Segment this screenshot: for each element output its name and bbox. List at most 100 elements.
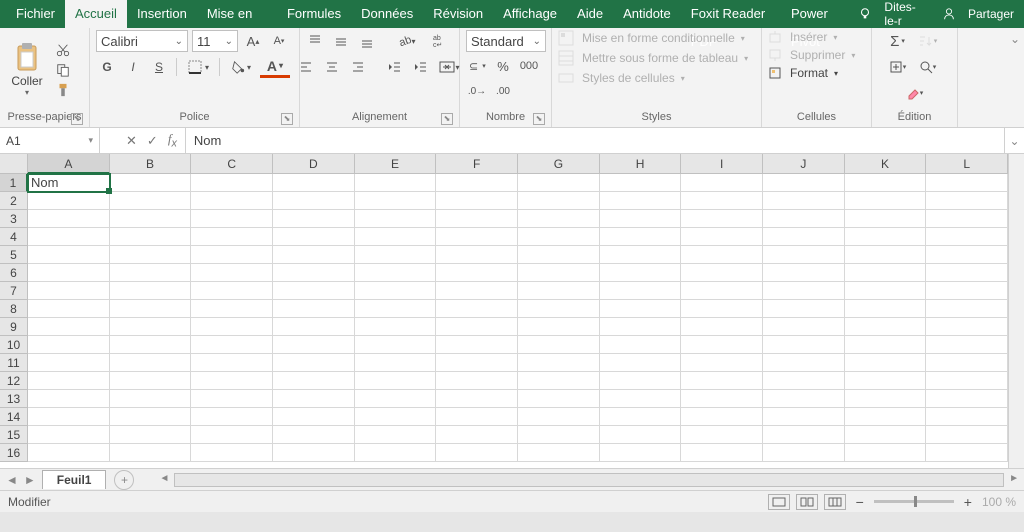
cell[interactable] [436,192,518,210]
row-header[interactable]: 6 [0,264,28,282]
cell[interactable] [436,444,518,462]
cell[interactable]: Nom [28,174,110,192]
cell[interactable] [273,246,355,264]
cell[interactable] [681,354,763,372]
percent-button[interactable]: % [492,55,514,77]
cell[interactable] [273,354,355,372]
cell[interactable] [191,336,273,354]
cell[interactable] [681,318,763,336]
underline-button[interactable]: S [148,56,170,78]
row-header[interactable]: 13 [0,390,28,408]
cell[interactable] [681,372,763,390]
cell[interactable] [518,246,600,264]
column-header[interactable]: E [355,154,437,174]
cell[interactable] [191,246,273,264]
cell[interactable] [763,354,845,372]
cell[interactable] [518,354,600,372]
cell[interactable] [273,426,355,444]
font-size-select[interactable]: 11⌄ [192,30,238,52]
column-header[interactable]: H [600,154,682,174]
decrease-indent-button[interactable] [383,56,405,78]
cell[interactable] [600,372,682,390]
cell[interactable] [436,282,518,300]
tab-données[interactable]: Données [351,0,423,28]
cell[interactable] [763,264,845,282]
cell[interactable] [28,390,110,408]
cell[interactable] [436,246,518,264]
cell[interactable] [926,318,1008,336]
vertical-scrollbar[interactable] [1008,154,1024,468]
cell[interactable] [191,282,273,300]
cell[interactable] [355,336,437,354]
cell[interactable] [600,426,682,444]
cell[interactable] [28,210,110,228]
insert-cells-button[interactable]: Insérer▾ [768,30,837,44]
decrease-font-button[interactable]: A▾ [268,30,290,52]
tab-foxit-reader-pdf[interactable]: Foxit Reader PDF [681,0,781,28]
row-header[interactable]: 11 [0,354,28,372]
cell[interactable] [191,210,273,228]
cell[interactable] [191,444,273,462]
column-header[interactable]: D [273,154,355,174]
cell[interactable] [436,228,518,246]
row-header[interactable]: 7 [0,282,28,300]
cell[interactable] [273,264,355,282]
cell[interactable] [436,300,518,318]
cell[interactable] [518,264,600,282]
tab-aide[interactable]: Aide [567,0,613,28]
align-right-button[interactable] [347,56,369,78]
fx-button[interactable]: fx [168,131,177,150]
expand-formula-bar-button[interactable]: ⌄ [1004,128,1024,153]
cell[interactable] [191,426,273,444]
cell[interactable] [845,426,927,444]
confirm-edit-button[interactable]: ✓ [147,133,158,149]
cell[interactable] [355,246,437,264]
cell[interactable] [355,354,437,372]
page-layout-view-button[interactable] [796,494,818,510]
italic-button[interactable]: I [122,56,144,78]
format-table-button[interactable]: Mettre sous forme de tableau▾ [558,50,748,66]
cell[interactable] [273,372,355,390]
accounting-format-button[interactable]: ⊆▾ [466,55,488,77]
align-bottom-button[interactable] [356,30,378,52]
row-header[interactable]: 8 [0,300,28,318]
cell[interactable] [763,174,845,192]
row-header[interactable]: 12 [0,372,28,390]
cell[interactable] [355,390,437,408]
cell[interactable] [926,282,1008,300]
align-top-button[interactable] [304,30,326,52]
formula-input[interactable]: Nom [186,133,1004,148]
find-button[interactable]: ▾ [913,56,943,78]
conditional-format-button[interactable]: Mise en forme conditionnelle▾ [558,30,745,46]
cell[interactable] [926,264,1008,282]
cell[interactable] [273,282,355,300]
cell[interactable] [28,264,110,282]
name-box[interactable]: A1▾ [0,128,100,153]
cell[interactable] [681,408,763,426]
cell[interactable] [600,192,682,210]
cell[interactable] [28,246,110,264]
cell[interactable] [273,210,355,228]
column-header[interactable]: B [110,154,192,174]
cell[interactable] [110,354,192,372]
cell[interactable] [845,408,927,426]
cell[interactable] [191,354,273,372]
cell[interactable] [926,210,1008,228]
cell[interactable] [926,372,1008,390]
cell[interactable] [763,408,845,426]
cell[interactable] [600,210,682,228]
column-header[interactable]: F [436,154,518,174]
cell[interactable] [28,318,110,336]
cell[interactable] [845,444,927,462]
tab-formules[interactable]: Formules [277,0,351,28]
cell[interactable] [926,300,1008,318]
cell[interactable] [191,390,273,408]
cell[interactable] [355,444,437,462]
cell[interactable] [273,228,355,246]
bold-button[interactable]: G [96,56,118,78]
cell[interactable] [845,210,927,228]
cell[interactable] [600,300,682,318]
share-button[interactable]: Partager [964,7,1018,21]
row-header[interactable]: 4 [0,228,28,246]
cell[interactable] [763,210,845,228]
